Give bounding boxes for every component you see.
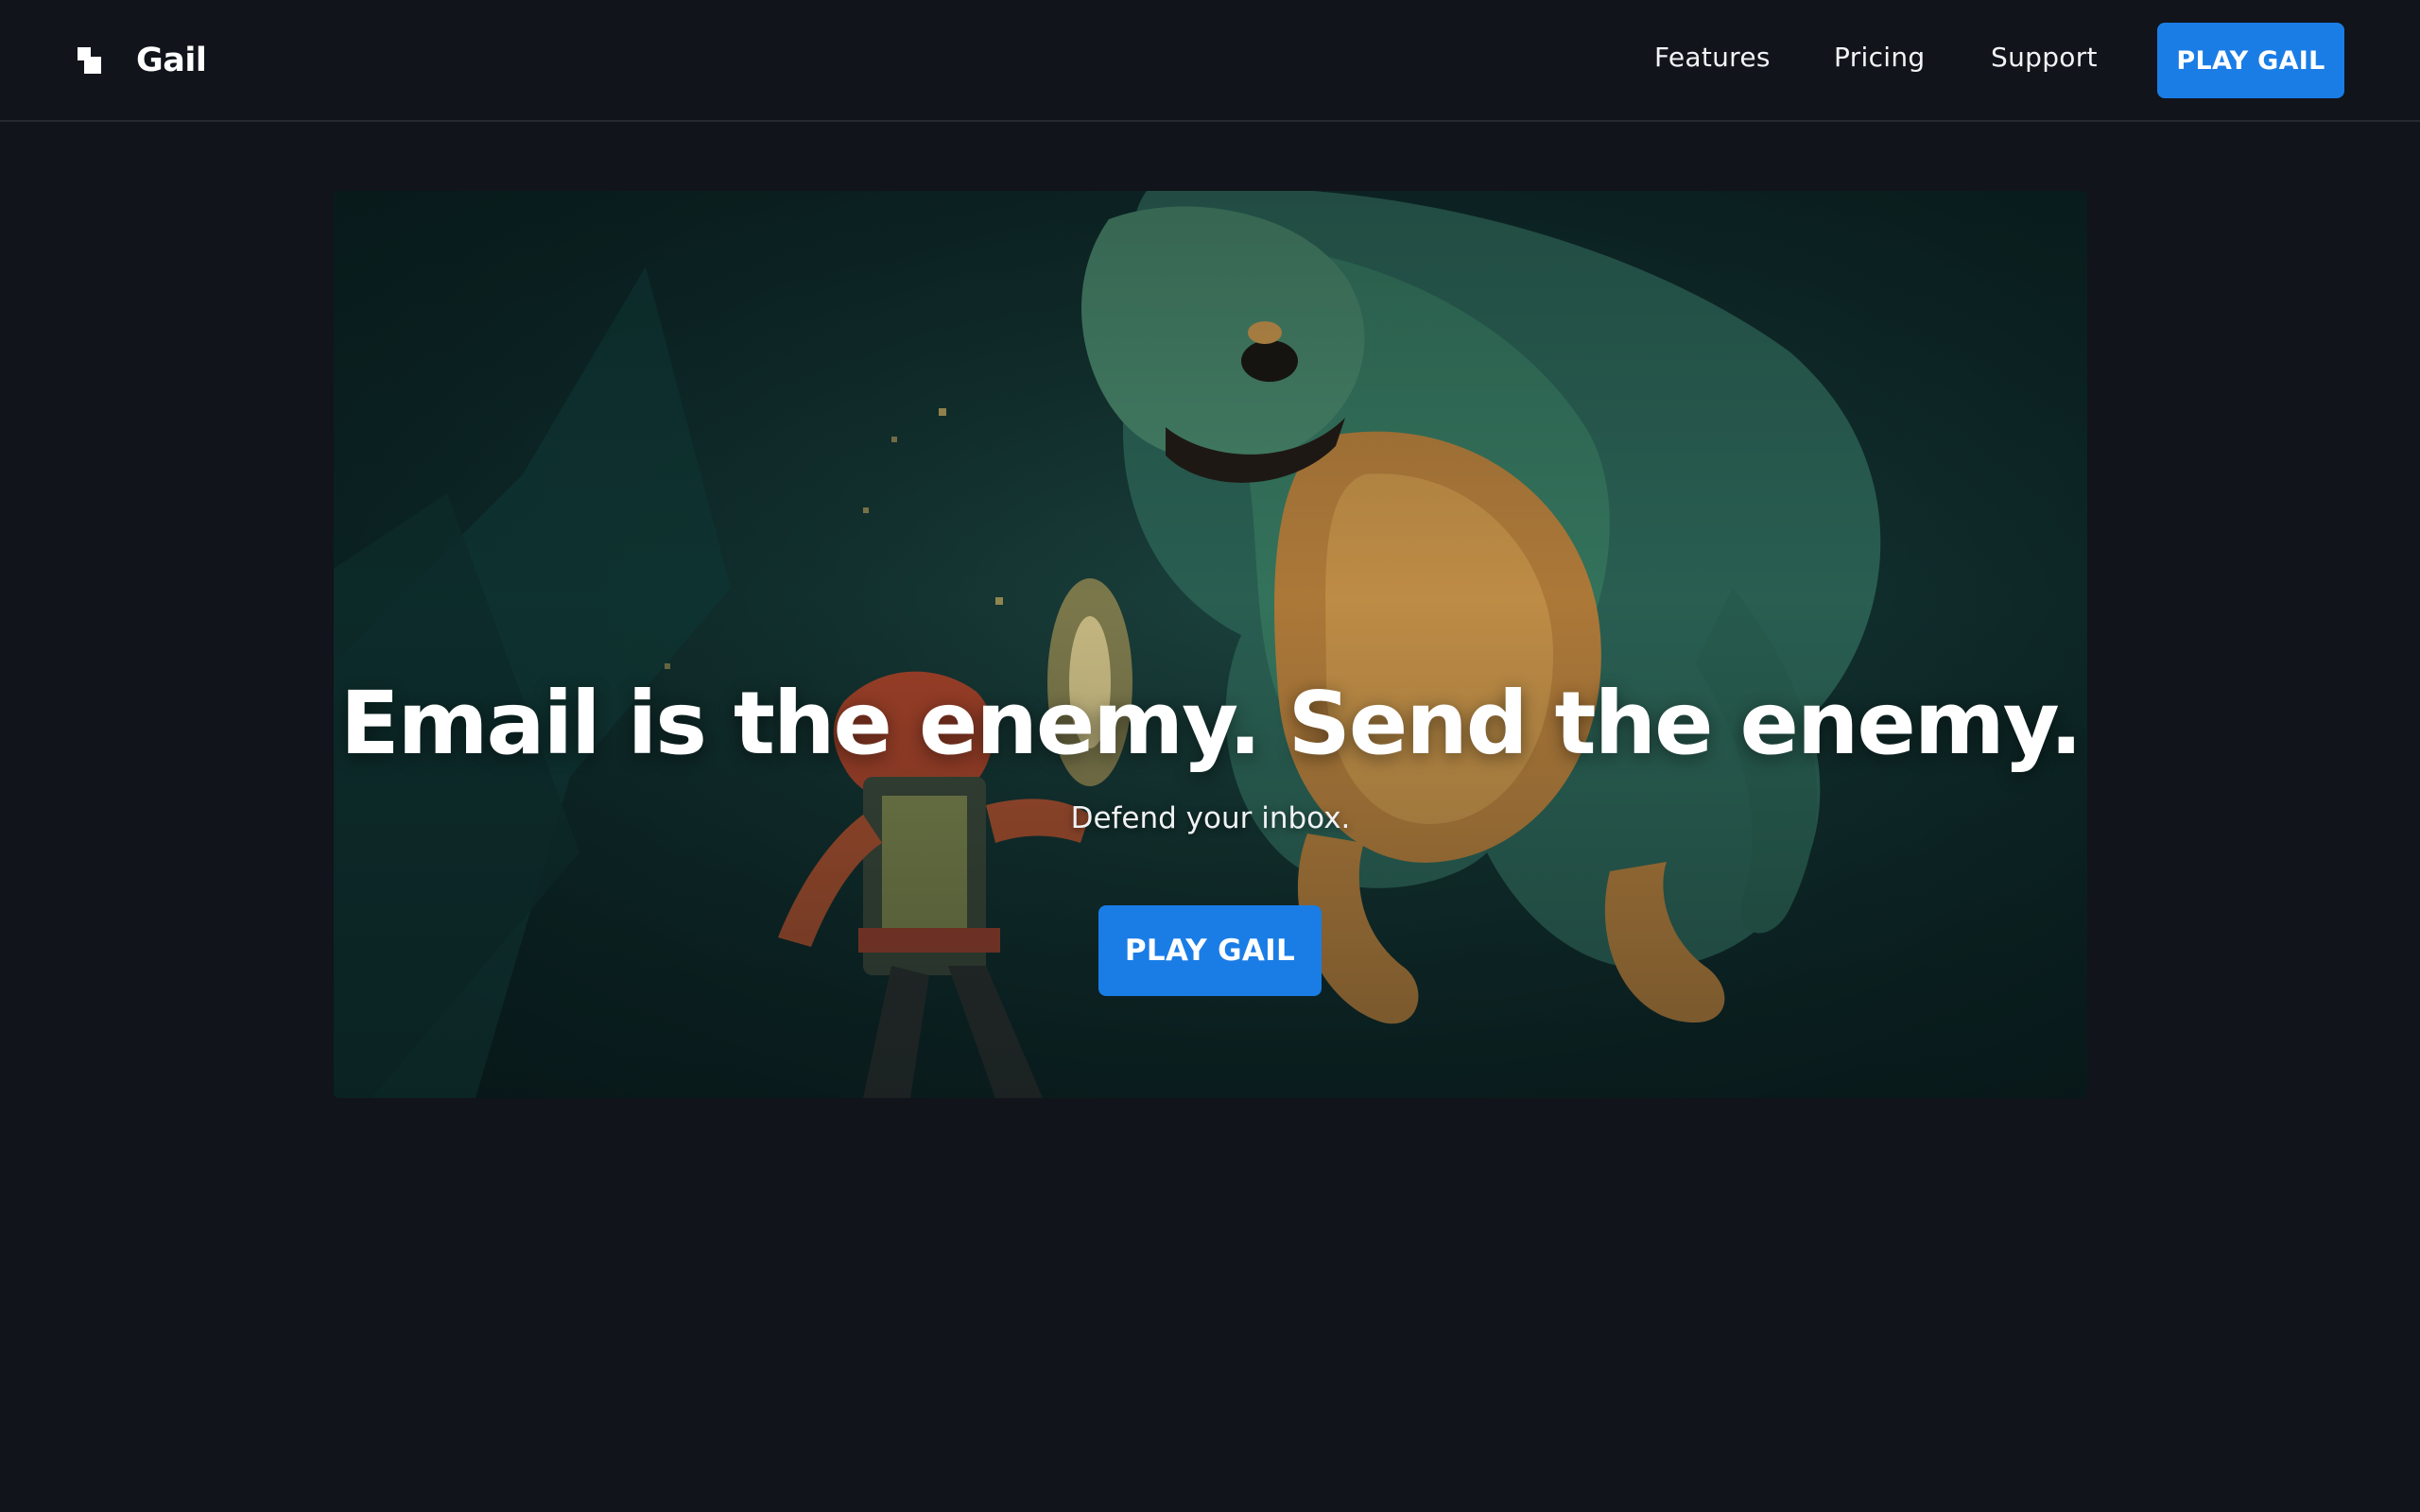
brand[interactable]: Gail bbox=[78, 38, 207, 83]
nav-link-support[interactable]: Support bbox=[1991, 42, 2098, 73]
brand-logo-icon bbox=[78, 47, 104, 74]
hero-title: Email is the enemy. Send the enemy. bbox=[339, 673, 2083, 774]
top-navbar: Gail Features Pricing Support PLAY GAIL bbox=[0, 0, 2420, 122]
hero-cta-container: PLAY GAIL bbox=[334, 380, 2087, 996]
brand-name: Gail bbox=[136, 42, 207, 79]
nav-link-features[interactable]: Features bbox=[1654, 42, 1771, 73]
nav-link-pricing[interactable]: Pricing bbox=[1834, 42, 1925, 73]
hero-subtitle: Defend your inbox. bbox=[1070, 801, 1351, 835]
hero-banner: Email is the enemy. Send the enemy. Defe… bbox=[334, 191, 2087, 1098]
hero-play-button[interactable]: PLAY GAIL bbox=[1098, 905, 1322, 996]
nav-play-button[interactable]: PLAY GAIL bbox=[2157, 23, 2344, 98]
